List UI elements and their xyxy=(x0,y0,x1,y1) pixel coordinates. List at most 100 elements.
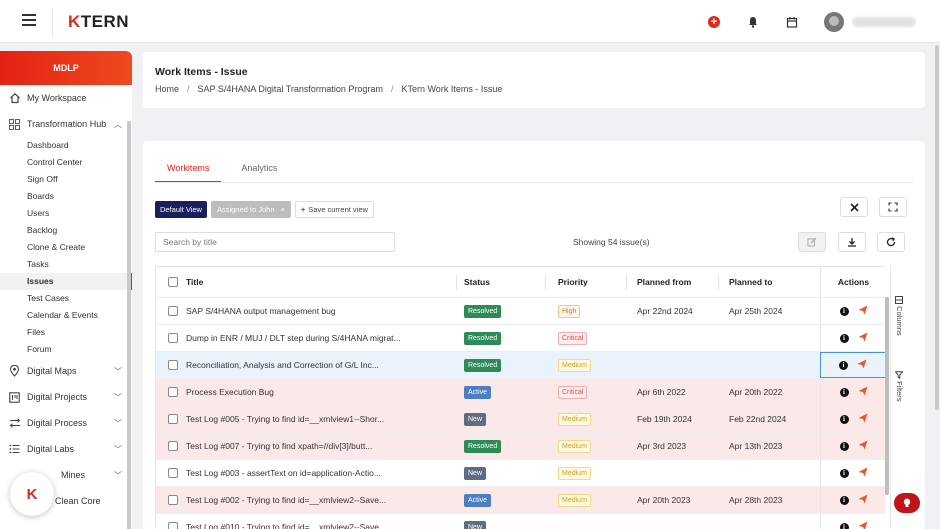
table-row[interactable]: Test Log #003 - assertText on id=applica… xyxy=(156,460,885,487)
ktern-logo[interactable]: KTERN xyxy=(68,12,129,32)
sidebar-subitem-issues[interactable]: Issues xyxy=(0,273,132,290)
sidebar-item-digital-process[interactable]: Digital Process ﹀ xyxy=(0,410,132,436)
sidebar-subitem-boards[interactable]: Boards xyxy=(0,188,132,205)
send-icon[interactable] xyxy=(858,440,868,453)
send-icon[interactable] xyxy=(858,494,868,507)
breadcrumb-program[interactable]: SAP S/4HANA Digital Transformation Progr… xyxy=(198,84,383,94)
select-all-checkbox[interactable] xyxy=(168,267,182,297)
user-name-blurred[interactable] xyxy=(852,17,916,27)
info-icon[interactable]: i xyxy=(839,333,849,343)
table-row[interactable]: Reconciliation, Analysis and Correction … xyxy=(156,352,886,379)
row-checkbox[interactable] xyxy=(168,514,182,529)
tab-workitems[interactable]: Workitems xyxy=(155,163,222,183)
row-title[interactable]: SAP S/4HANA output management bug xyxy=(186,298,456,324)
info-icon[interactable]: i xyxy=(839,306,849,316)
project-banner[interactable]: MDLP xyxy=(0,51,132,85)
table-row[interactable]: Test Log #002 - Trying to find id=__xmlv… xyxy=(156,487,885,514)
sidebar-subitem-dashboard[interactable]: Dashboard xyxy=(0,137,132,154)
avatar[interactable] xyxy=(824,12,844,32)
hamburger-menu-icon[interactable] xyxy=(22,14,36,26)
row-checkbox[interactable] xyxy=(168,487,182,513)
row-title[interactable]: Test Log #003 - assertText on id=applica… xyxy=(186,460,456,486)
sidebar-item-my-workspace[interactable]: My Workspace xyxy=(0,85,132,111)
sidebar-subitem-forum[interactable]: Forum xyxy=(0,341,132,358)
row-checkbox[interactable] xyxy=(168,460,182,486)
row-checkbox[interactable] xyxy=(168,352,182,378)
download-button[interactable] xyxy=(838,232,866,252)
columns-toggle[interactable]: Columns xyxy=(895,296,904,336)
calendar-icon[interactable] xyxy=(785,15,799,29)
table-row[interactable]: SAP S/4HANA output management bug Resolve… xyxy=(156,298,885,325)
info-icon[interactable]: i xyxy=(839,414,849,424)
info-icon[interactable]: i xyxy=(839,441,849,451)
chevron-up-icon[interactable]: ︿ xyxy=(114,119,122,130)
send-icon[interactable] xyxy=(857,359,867,372)
filter-chip-assigned[interactable]: Assigned to John × xyxy=(210,201,291,218)
row-checkbox[interactable] xyxy=(168,298,182,324)
chevron-down-icon[interactable]: ﹀ xyxy=(114,444,122,455)
sidebar-item-digital-labs[interactable]: Digital Labs ﹀ xyxy=(0,436,132,462)
send-icon[interactable] xyxy=(858,413,868,426)
sidebar-subitem-clone-create[interactable]: Clone & Create xyxy=(0,239,132,256)
row-checkbox[interactable] xyxy=(168,406,182,432)
sidebar-item-transformation-hub[interactable]: Transformation Hub ︿ xyxy=(0,111,132,137)
sidebar-subitem-files[interactable]: Files xyxy=(0,324,132,341)
sidebar-subitem-calendar-events[interactable]: Calendar & Events xyxy=(0,307,132,324)
row-title[interactable]: Test Log #002 - Trying to find id=__xmlv… xyxy=(186,487,456,513)
breadcrumb-home[interactable]: Home xyxy=(155,84,179,94)
row-title[interactable]: Test Log #010 - Trying to find id=__xmlv… xyxy=(186,514,456,529)
plus-circle-icon[interactable]: + xyxy=(707,15,721,29)
bell-icon[interactable] xyxy=(746,15,760,29)
info-icon[interactable]: i xyxy=(839,468,849,478)
chevron-down-icon[interactable]: ﹀ xyxy=(114,418,122,429)
save-view-button[interactable]: + Save current view xyxy=(294,201,374,218)
send-icon[interactable] xyxy=(858,386,868,399)
row-title[interactable]: Dump in ENR / MUJ / DLT step during S/4H… xyxy=(186,325,456,351)
table-row[interactable]: Process Execution Bug Active Critical Apr 6… xyxy=(156,379,885,406)
row-checkbox[interactable] xyxy=(168,379,182,405)
chevron-down-icon[interactable]: ﹀ xyxy=(114,470,122,481)
ktern-assistant-button[interactable]: K xyxy=(10,472,54,516)
sidebar-subitem-users[interactable]: Users xyxy=(0,205,132,222)
info-icon[interactable]: i xyxy=(839,495,849,505)
help-button[interactable] xyxy=(894,493,920,513)
send-icon[interactable] xyxy=(858,467,868,480)
edit-button[interactable] xyxy=(798,232,826,252)
chevron-down-icon[interactable]: ﹀ xyxy=(114,392,122,403)
info-icon[interactable]: i xyxy=(839,522,849,529)
header-status[interactable]: Status xyxy=(464,267,544,297)
info-icon[interactable]: i xyxy=(839,360,848,370)
send-icon[interactable] xyxy=(858,332,868,345)
row-title[interactable]: Test Log #007 - Trying to find xpath=//d… xyxy=(186,433,456,459)
sidebar-item-digital-projects[interactable]: Digital Projects ﹀ xyxy=(0,384,132,410)
table-scrollbar[interactable] xyxy=(885,297,889,495)
row-checkbox[interactable] xyxy=(168,325,182,351)
table-row[interactable]: Test Log #010 - Trying to find id=__xmlv… xyxy=(156,514,885,529)
sidebar-subitem-backlog[interactable]: Backlog xyxy=(0,222,132,239)
chevron-down-icon[interactable]: ﹀ xyxy=(114,366,122,377)
row-title[interactable]: Reconciliation, Analysis and Correction … xyxy=(186,352,456,378)
table-row[interactable]: Dump in ENR / MUJ / DLT step during S/4H… xyxy=(156,325,885,352)
row-title[interactable]: Test Log #005 - Trying to find id=__xmlv… xyxy=(186,406,456,432)
table-row[interactable]: Test Log #007 - Trying to find xpath=//d… xyxy=(156,433,885,460)
sidebar-subitem-sign-off[interactable]: Sign Off xyxy=(0,171,132,188)
clear-filters-button[interactable] xyxy=(840,197,868,217)
search-input[interactable]: Search by title xyxy=(155,232,395,252)
header-priority[interactable]: Priority xyxy=(558,267,630,297)
default-view-chip[interactable]: Default View xyxy=(155,201,207,218)
close-icon[interactable]: × xyxy=(281,205,285,214)
header-planned-from[interactable]: Planned from xyxy=(637,267,722,297)
table-row[interactable]: Test Log #005 - Trying to find id=__xmlv… xyxy=(156,406,885,433)
info-icon[interactable]: i xyxy=(839,387,849,397)
filters-toggle[interactable]: Filters xyxy=(894,371,904,402)
tab-analytics[interactable]: Analytics xyxy=(229,163,289,183)
sidebar-subitem-test-cases[interactable]: Test Cases xyxy=(0,290,132,307)
sidebar-item-digital-maps[interactable]: Digital Maps ﹀ xyxy=(0,358,132,384)
page-scrollbar[interactable] xyxy=(935,45,939,410)
send-icon[interactable] xyxy=(858,305,868,318)
header-planned-to[interactable]: Planned to xyxy=(729,267,814,297)
row-checkbox[interactable] xyxy=(168,433,182,459)
sidebar-subitem-tasks[interactable]: Tasks xyxy=(0,256,132,273)
send-icon[interactable] xyxy=(858,521,868,529)
row-title[interactable]: Process Execution Bug xyxy=(186,379,456,405)
